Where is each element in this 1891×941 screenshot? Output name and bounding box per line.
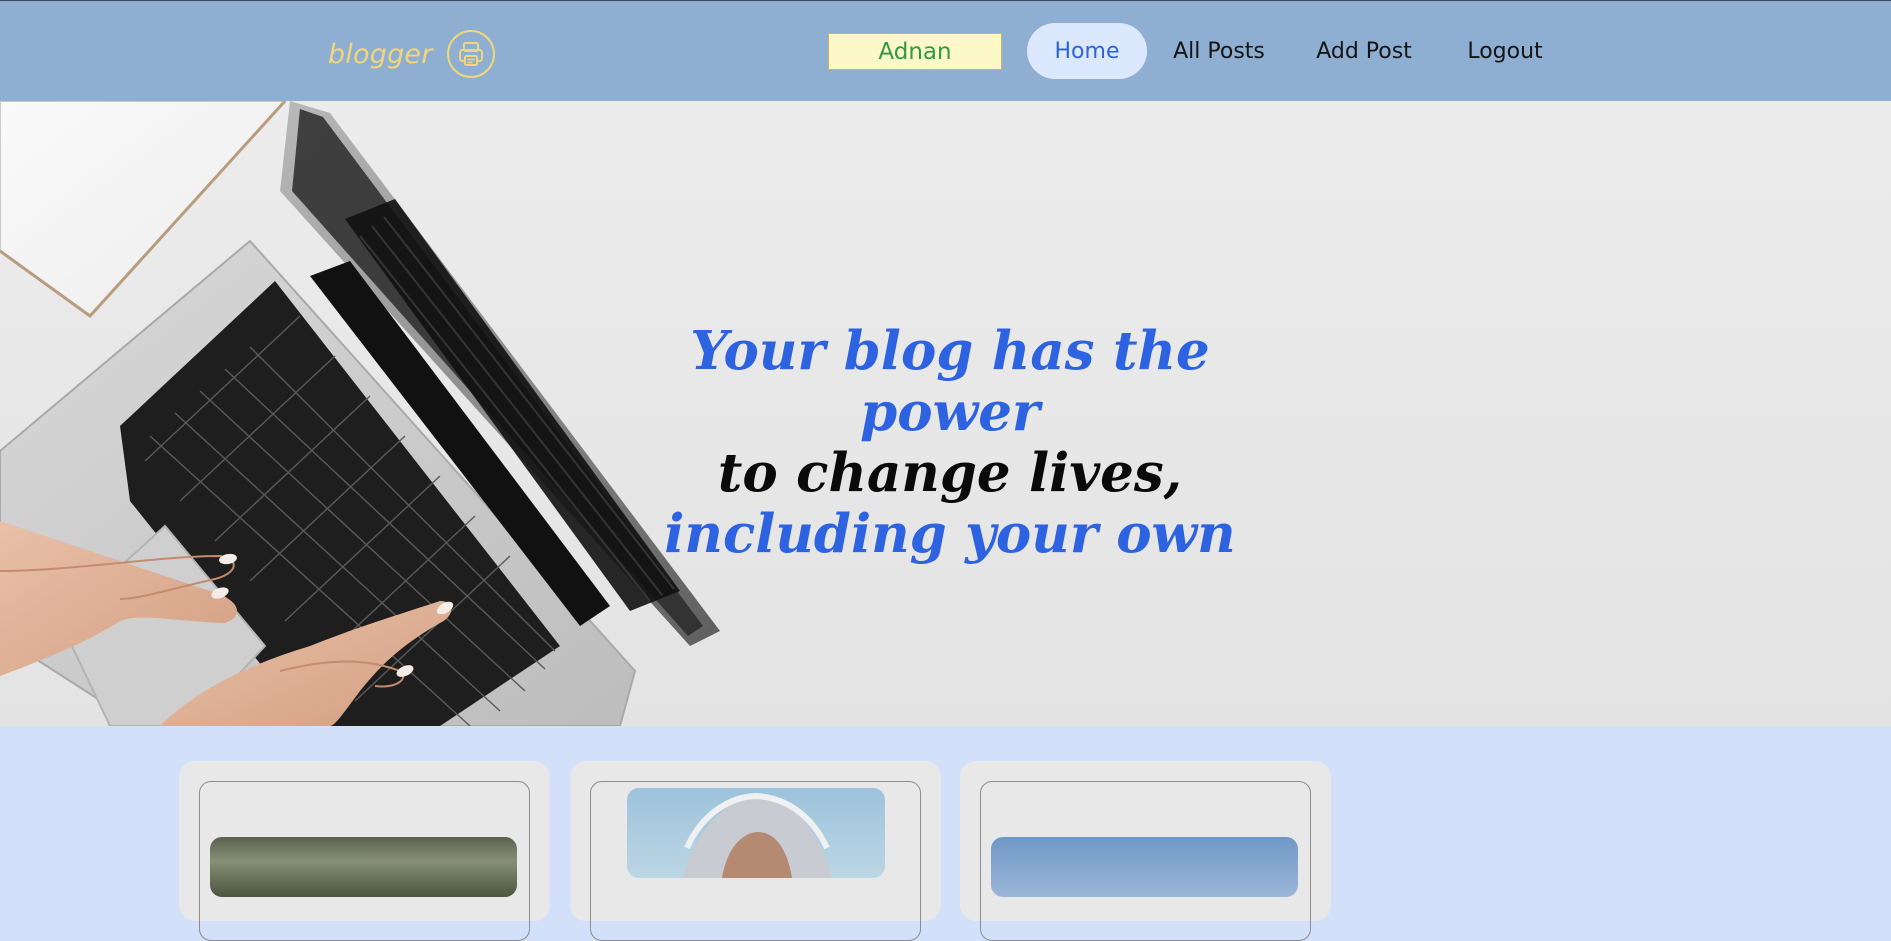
post-thumbnail — [627, 788, 885, 878]
brand-name: blogger — [328, 38, 433, 70]
nav-home-link[interactable]: Home — [1027, 23, 1147, 79]
post-thumbnail — [991, 837, 1298, 897]
top-navbar: blogger Adnan Home All Posts Add Post Lo… — [0, 0, 1891, 101]
post-card[interactable] — [570, 761, 941, 941]
brand-logo[interactable]: blogger — [328, 30, 495, 78]
post-card-inner — [199, 781, 530, 941]
post-thumbnail — [210, 837, 517, 897]
hero-line-3: including your own — [664, 503, 1236, 565]
username-badge: Adnan — [828, 33, 1002, 70]
hero-banner: Your blog has the power to change lives,… — [0, 101, 1891, 726]
post-card[interactable] — [960, 761, 1331, 941]
nav-all-posts-link[interactable]: All Posts — [1168, 23, 1270, 79]
nav-add-post-link[interactable]: Add Post — [1312, 23, 1416, 79]
posts-grid — [0, 726, 1891, 941]
printer-icon — [446, 30, 495, 78]
hero-headline: Your blog has the power to change lives,… — [646, 321, 1254, 565]
post-card-inner — [590, 781, 921, 941]
hero-line-2: to change lives, — [717, 442, 1183, 504]
nav-logout-link[interactable]: Logout — [1460, 23, 1550, 79]
post-card[interactable] — [179, 761, 550, 941]
post-card-inner — [980, 781, 1311, 941]
hero-line-1: Your blog has the power — [690, 320, 1210, 443]
